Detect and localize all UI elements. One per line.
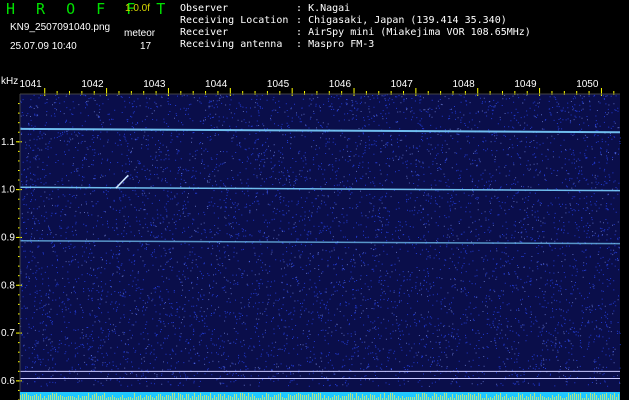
spectrogram-chart: 1041 1042 1043 1044 1045 1046 1047 1048 1049 1050… — [1, 76, 621, 400]
image-filename: KN9_2507091040.png — [10, 22, 111, 33]
info-row-receiver: Receiver: AirSpy mini (Miakejima VOR 108… — [180, 27, 531, 38]
observation-datetime: 25.07.09 10:40 — [10, 41, 77, 52]
y-tick-label: 0.7 — [1, 328, 15, 339]
x-tick-label: 1046 — [329, 79, 352, 90]
info-row-observer: Observer: K.Nagai — [180, 3, 351, 14]
y-tick-label: 0.6 — [1, 376, 15, 387]
x-tick-label: 1044 — [205, 79, 228, 90]
app-version: 1.0.0f — [125, 3, 151, 14]
bottom-signal-band — [20, 392, 620, 400]
spectrogram-background — [20, 94, 620, 400]
x-tick-label: 1047 — [391, 79, 414, 90]
x-tick-label: 1045 — [267, 79, 290, 90]
meteor-count-label: meteor — [124, 28, 156, 39]
y-tick-label: 1.0 — [1, 185, 15, 196]
x-tick-label: 1048 — [452, 79, 475, 90]
y-axis-unit: kHz — [1, 76, 18, 87]
info-row-location: Receiving Location: Chigasaki, Japan (13… — [180, 15, 507, 26]
info-row-antenna: Receiving antenna: Maspro FM-3 — [180, 39, 375, 50]
observation-info: Observer: K.Nagai Receiving Location: Ch… — [180, 3, 531, 51]
y-tick-label: 1.1 — [1, 137, 15, 148]
x-tick-label: 1049 — [514, 79, 537, 90]
x-tick-label: 1043 — [143, 79, 166, 90]
x-tick-label: 1041 — [19, 79, 42, 90]
x-tick-label: 1050 — [576, 79, 599, 90]
x-axis: 1041 1042 1043 1044 1045 1046 1047 1048 1049 1050 — [19, 79, 620, 96]
header-panel: H R O F F T 1.0.0f KN9_2507091040.png 25… — [0, 0, 629, 76]
x-tick-label: 1042 — [81, 79, 104, 90]
y-axis: 1.1 1.0 0.9 0.8 0.7 0.6 — [1, 94, 22, 400]
meteor-count-value: 17 — [140, 41, 152, 52]
y-tick-label: 0.9 — [1, 232, 15, 243]
y-tick-label: 0.8 — [1, 280, 15, 291]
